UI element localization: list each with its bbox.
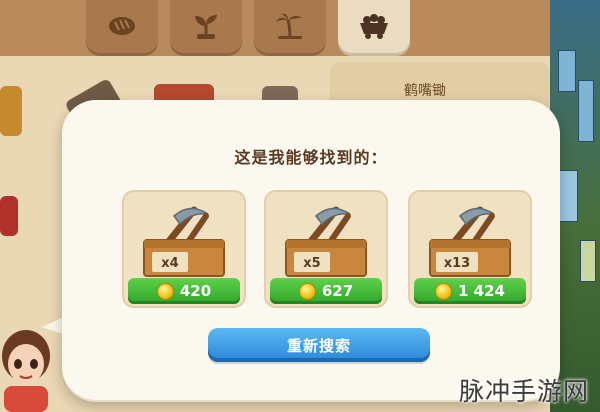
tab-bread[interactable] [86,0,158,56]
tab-island[interactable] [254,0,326,56]
shelf-label: 鹤嘴锄 [404,83,446,99]
offer-card[interactable]: x13 1 424 [408,190,532,308]
dialog-title: 这是我能够找到的： [234,148,388,167]
coin-icon [298,282,316,300]
background-item [0,196,18,236]
sprout-icon [170,12,242,47]
price-bar[interactable]: 420 [128,278,240,304]
price-bar[interactable]: 627 [270,278,382,304]
character-avatar [2,330,50,412]
pickaxe-crate-icon: x5 [285,206,367,277]
coin-icon [435,282,452,300]
price-bar[interactable]: 1 424 [414,278,526,304]
offer-quantity: x13 [444,256,470,271]
offer-card[interactable]: x4 420 [122,190,246,308]
pickaxe-crate-icon: x13 [429,206,511,277]
palm-tree-icon [254,12,326,47]
offer-price: 627 [321,282,354,300]
pickaxe-crate-icon: x4 [143,206,225,277]
offer-price: 1 424 [458,282,505,300]
watermark-text: 脉冲手游网 [458,377,589,406]
offer-price: 420 [179,282,212,300]
offer-quantity: x4 [161,256,178,271]
mine-cart-icon [338,12,410,47]
bread-icon [86,12,158,45]
tab-farm[interactable] [170,0,242,56]
search-again-button[interactable]: 重新搜索 [208,328,430,362]
offer-card[interactable]: x5 627 [264,190,388,308]
coin-icon [156,282,174,300]
offer-quantity: x5 [303,256,320,271]
tab-mine[interactable] [338,0,410,56]
search-result-dialog: 这是我能够找到的： x4 420 x5 627 x13 1 424 重新搜索 [62,100,560,400]
background-item [0,86,22,136]
